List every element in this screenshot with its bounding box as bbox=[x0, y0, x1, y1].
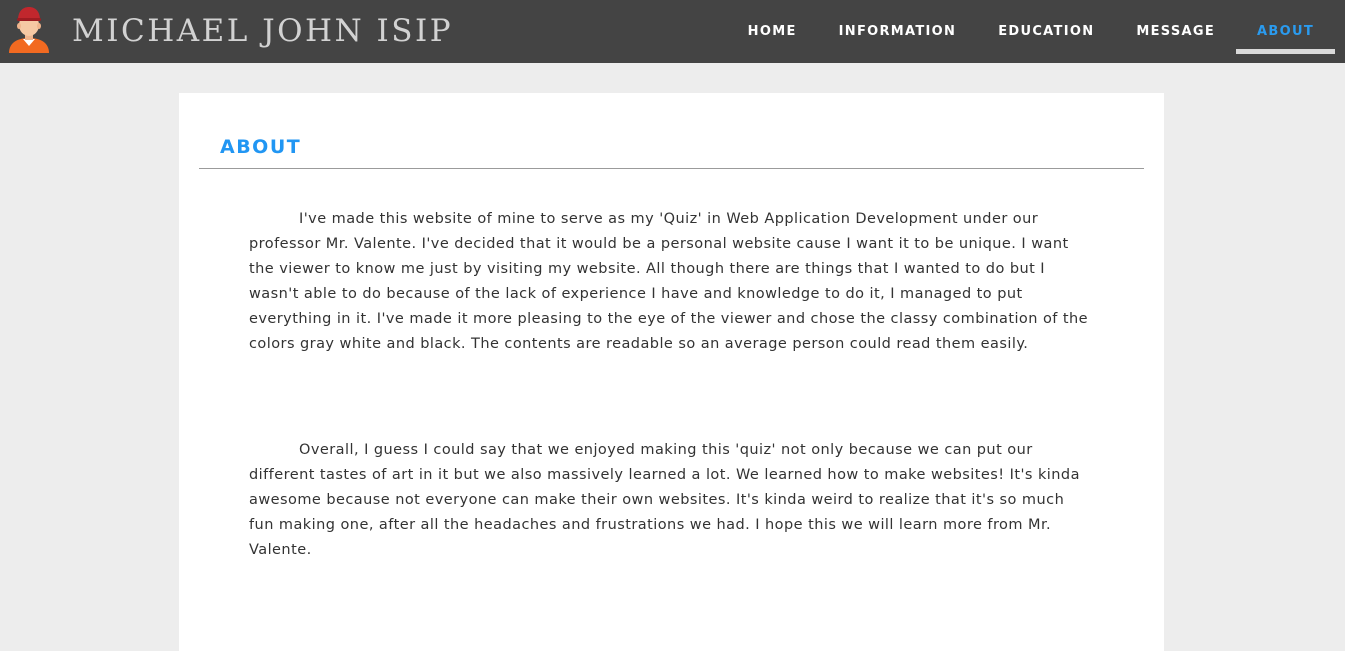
nav-about-link[interactable]: ABOUT bbox=[1236, 0, 1335, 63]
nav-education-link[interactable]: EDUCATION bbox=[977, 0, 1115, 63]
section-title: ABOUT bbox=[220, 136, 302, 158]
site-title: MICHAEL JOHN ISIP bbox=[72, 13, 454, 49]
person-avatar-icon bbox=[9, 7, 49, 53]
nav-information-link[interactable]: INFORMATION bbox=[818, 0, 978, 63]
nav-message-link[interactable]: MESSAGE bbox=[1115, 0, 1236, 63]
about-paragraph-1: I've made this website of mine to serve … bbox=[249, 211, 1089, 352]
main-nav: HOME INFORMATION EDUCATION MESSAGE ABOUT bbox=[727, 0, 1335, 63]
nav-home-link[interactable]: HOME bbox=[727, 0, 818, 63]
top-navigation-bar: MICHAEL JOHN ISIP HOME INFORMATION EDUCA… bbox=[0, 0, 1345, 63]
title-divider bbox=[199, 168, 1144, 169]
about-content-card: ABOUT I've made this website of mine to … bbox=[179, 93, 1164, 651]
about-paragraph-2: Overall, I guess I could say that we enj… bbox=[249, 442, 1080, 558]
